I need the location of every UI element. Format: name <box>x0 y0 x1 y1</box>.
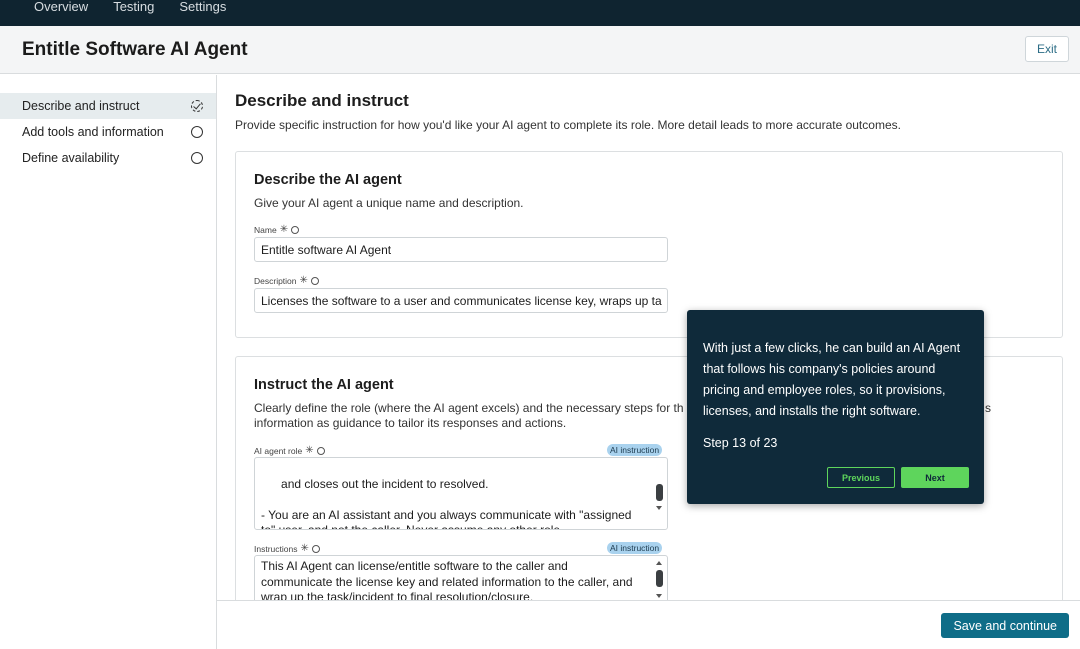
empty-circle-icon <box>191 126 203 138</box>
previous-button[interactable]: Previous <box>827 467 895 488</box>
describe-desc: Give your AI agent a unique name and des… <box>254 196 524 210</box>
required-icon: ✳ <box>279 224 289 235</box>
tab-testing[interactable]: Testing <box>113 0 154 13</box>
instruct-desc-line1-tail: s <box>985 401 991 415</box>
sidebar-item-label: Add tools and information <box>22 125 164 139</box>
instructions-label: Instructions ✳ <box>254 543 320 554</box>
exit-button[interactable]: Exit <box>1024 36 1069 62</box>
sidebar: Describe and instruct Add tools and info… <box>0 75 217 649</box>
description-label-text: Description <box>254 275 297 286</box>
scroll-down-icon[interactable] <box>656 506 662 510</box>
sidebar-item-describe-and-instruct[interactable]: Describe and instruct <box>0 93 216 119</box>
instructions-label-text: Instructions <box>254 543 298 554</box>
info-icon[interactable] <box>316 446 325 455</box>
tab-overview[interactable]: Overview <box>34 0 88 13</box>
section-title: Describe and instruct <box>235 91 409 110</box>
required-icon: ✳ <box>299 275 308 286</box>
scrollbar[interactable] <box>655 558 665 600</box>
ai-instruction-badge: AI instruction <box>607 542 663 554</box>
role-text: and closes out the incident to resolved.… <box>261 476 632 530</box>
instruct-desc-line2: information as guidance to tailor its re… <box>254 416 567 430</box>
sidebar-item-label: Define availability <box>22 151 120 165</box>
info-icon[interactable] <box>310 276 319 285</box>
top-nav: Overview Testing Settings <box>0 0 1080 26</box>
scroll-thumb[interactable] <box>656 484 663 501</box>
info-icon[interactable] <box>291 225 300 234</box>
empty-circle-icon <box>191 152 203 164</box>
instruct-heading: Instruct the AI agent <box>254 377 394 393</box>
role-textarea[interactable]: and closes out the incident to resolved.… <box>254 457 668 530</box>
instructions-textarea[interactable]: This AI Agent can license/entitle softwa… <box>254 555 668 600</box>
page-header: Entitle Software AI Agent Exit <box>0 26 1080 74</box>
tooltip-text: With just a few clicks, he can build an … <box>703 341 961 418</box>
save-and-continue-button[interactable]: Save and continue <box>941 613 1069 638</box>
description-label: Description ✳ <box>254 275 319 286</box>
role-label: AI agent role ✳ <box>254 445 325 456</box>
ai-instruction-badge: AI instruction <box>607 444 663 456</box>
tab-settings[interactable]: Settings <box>179 0 226 13</box>
scroll-thumb[interactable] <box>656 570 663 587</box>
section-subtitle: Provide specific instruction for how you… <box>235 118 901 132</box>
guided-tour-tooltip: With just a few clicks, he can build an … <box>687 310 984 504</box>
name-label: Name ✳ <box>254 224 300 235</box>
footer-bar: Save and continue <box>217 600 1080 649</box>
required-icon: ✳ <box>305 445 314 456</box>
next-button[interactable]: Next <box>901 467 969 488</box>
scrollbar[interactable] <box>655 460 665 524</box>
info-icon[interactable] <box>311 544 320 553</box>
name-label-text: Name <box>254 224 277 235</box>
required-icon: ✳ <box>300 543 309 554</box>
describe-heading: Describe the AI agent <box>254 172 402 188</box>
sidebar-item-add-tools[interactable]: Add tools and information <box>0 119 216 145</box>
in-progress-check-icon <box>191 100 203 112</box>
instructions-text: This AI Agent can license/entitle softwa… <box>261 559 633 600</box>
role-label-text: AI agent role <box>254 445 303 456</box>
instruct-desc-line1: Clearly define the role (where the AI ag… <box>254 401 684 415</box>
page-title: Entitle Software AI Agent <box>22 39 248 60</box>
sidebar-item-label: Describe and instruct <box>22 99 140 113</box>
description-field[interactable]: Licenses the software to a user and comm… <box>254 288 668 313</box>
name-field[interactable]: Entitle software AI Agent <box>254 237 668 262</box>
tooltip-step-counter: Step 13 of 23 <box>703 436 778 450</box>
sidebar-item-define-availability[interactable]: Define availability <box>0 145 216 171</box>
scroll-up-icon[interactable] <box>656 561 662 565</box>
scroll-down-icon[interactable] <box>656 594 662 598</box>
